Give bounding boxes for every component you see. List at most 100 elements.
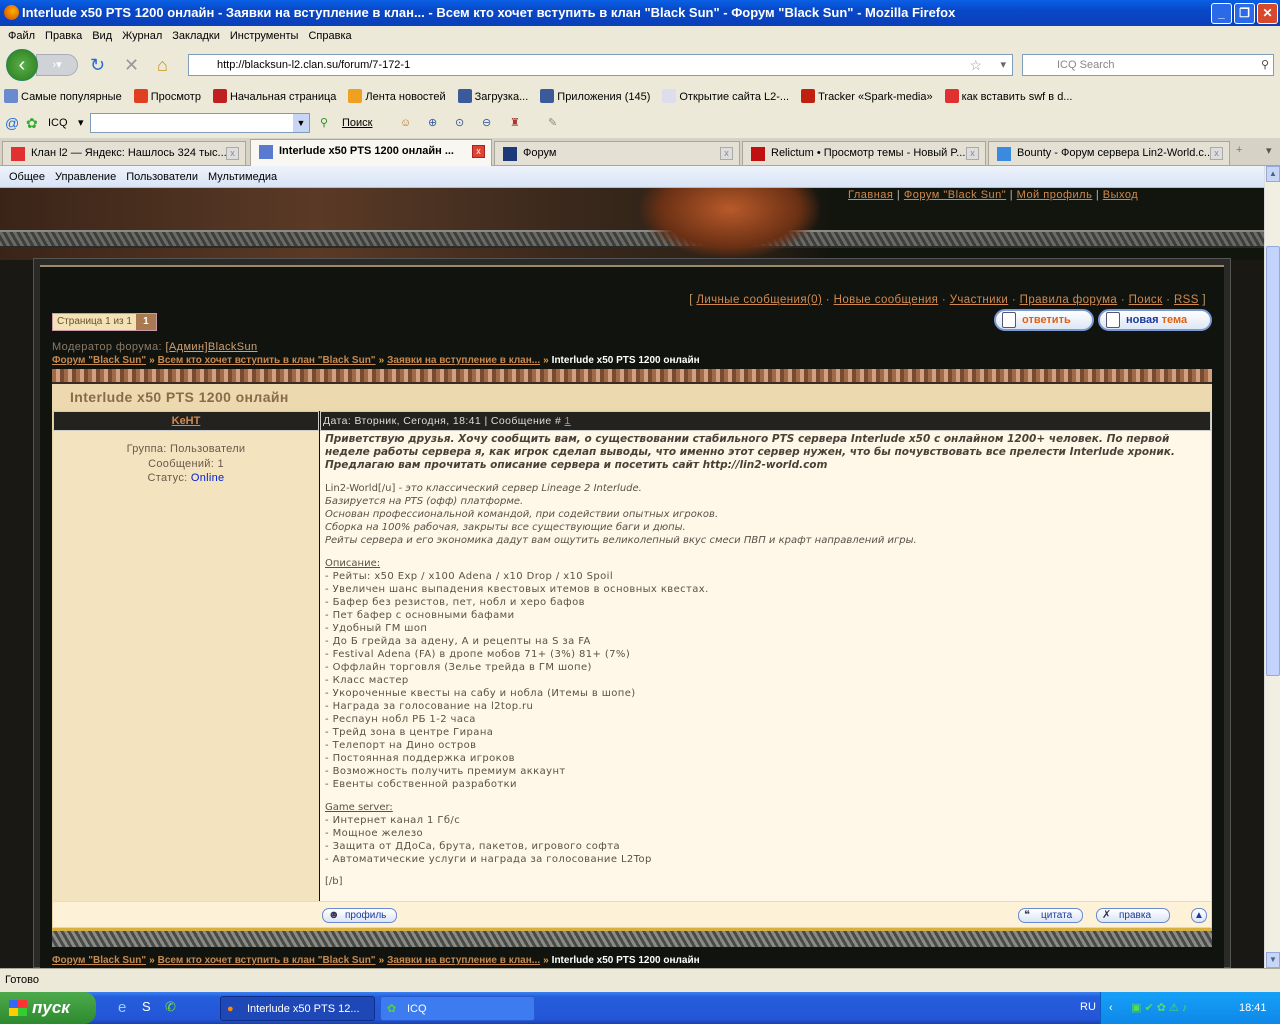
scroll-thumb[interactable]	[1266, 246, 1280, 676]
home-icon[interactable]: ⌂	[157, 56, 168, 74]
close-button[interactable]: ✕	[1257, 3, 1278, 24]
author-group: Группа: Пользователи	[126, 443, 246, 455]
breadcrumb-link[interactable]: Форум "Black Sun"	[52, 355, 146, 366]
tab-close-icon[interactable]: x	[1210, 147, 1223, 160]
top-link[interactable]: Форум "Black Sun"	[904, 189, 1006, 201]
eraser-icon[interactable]: ✎	[548, 110, 557, 137]
forum-link[interactable]: Личные сообщения(0)	[696, 294, 822, 306]
scroll-down-icon[interactable]: ▼	[1266, 952, 1280, 968]
dropdown-icon[interactable]: ▾	[1000, 55, 1006, 75]
bookmark-item[interactable]: Просмотр	[130, 89, 201, 103]
pager-label: Страница 1 из 1	[57, 316, 132, 327]
top-link[interactable]: Выход	[1103, 189, 1138, 201]
icq-search-button[interactable]: Поиск	[342, 110, 372, 137]
forum-link[interactable]: Поиск	[1129, 294, 1163, 306]
bookmark-item[interactable]: Приложения (145)	[536, 89, 650, 103]
scroll-up-icon[interactable]: ▲	[1266, 166, 1280, 182]
messenger-icon[interactable]: ✆	[165, 999, 176, 1015]
tab-list-button[interactable]: ▾	[1266, 144, 1272, 157]
admin-menu-item[interactable]: Пользователи	[126, 171, 198, 183]
top-link[interactable]: Главная	[848, 189, 893, 201]
skype-icon[interactable]: S	[142, 999, 151, 1014]
icq-search-input[interactable]: ICQ Search ⚲	[1022, 54, 1274, 76]
tab[interactable]: Interlude x50 PTS 1200 онлайн ... x	[250, 139, 492, 166]
back-button[interactable]: ‹	[6, 49, 38, 81]
menu-item[interactable]: Файл	[8, 30, 35, 42]
pager-current-page[interactable]: 1	[135, 314, 156, 330]
tab[interactable]: Bounty - Форум сервера Lin2-World.c... x	[988, 141, 1230, 165]
quote-button[interactable]: ❝ цитата	[1018, 908, 1084, 923]
bookmark-item[interactable]: Лента новостей	[344, 89, 446, 103]
forum-link[interactable]: Новые сообщения	[834, 294, 939, 306]
chevron-down-icon[interactable]: ▼	[293, 114, 309, 132]
reply-button[interactable]: ответить	[994, 309, 1094, 331]
icq-search-field[interactable]: ▼	[90, 113, 310, 133]
moderator-link[interactable]: [Админ]BlackSun	[165, 341, 257, 353]
bookmark-item[interactable]: Открытие сайта L2-...	[658, 89, 789, 103]
author-link[interactable]: KeHT	[172, 415, 201, 427]
chevron-down-icon[interactable]: ▾	[78, 110, 84, 137]
breadcrumb-link[interactable]: Всем кто хочет вступить в клан "Black Su…	[158, 955, 376, 966]
list-item: - Бафер без резистов, пет, нобл и херо б…	[325, 597, 585, 608]
bookmark-item[interactable]: Самые популярные	[0, 89, 122, 103]
face-icon[interactable]: ☺	[400, 110, 411, 137]
admin-menu-item[interactable]: Мультимедиа	[208, 171, 277, 183]
forum-link[interactable]: RSS	[1174, 294, 1199, 306]
zoom-out-icon[interactable]: ⊖	[482, 110, 491, 137]
bookmark-item[interactable]: Загрузка...	[454, 89, 528, 103]
new-topic-button[interactable]: новая тема	[1098, 309, 1212, 331]
minimize-button[interactable]: _	[1211, 3, 1232, 24]
bookmark-item[interactable]: Tracker «Spark-media»	[797, 89, 933, 103]
tab-close-icon[interactable]: x	[966, 147, 979, 160]
admin-menu-item[interactable]: Управление	[55, 171, 116, 183]
joystick-icon[interactable]: ♜	[510, 110, 520, 137]
breadcrumb-link[interactable]: Заявки на вступление в клан...	[387, 355, 540, 366]
post-number-link[interactable]: 1	[565, 415, 571, 427]
menu-item[interactable]: Журнал	[122, 30, 162, 42]
profile-button[interactable]: ☻ профиль	[322, 908, 398, 923]
tab-close-icon[interactable]: x	[226, 147, 239, 160]
breadcrumb-link[interactable]: Заявки на вступление в клан...	[387, 955, 540, 966]
language-indicator[interactable]: RU	[1080, 1001, 1096, 1013]
bookmark-item[interactable]: как вставить swf в d...	[941, 89, 1072, 103]
maximize-button[interactable]: ❐	[1234, 3, 1255, 24]
author-messages: Сообщений: 1	[148, 457, 224, 470]
breadcrumb-link[interactable]: Всем кто хочет вступить в клан "Black Su…	[158, 355, 376, 366]
bookmark-item[interactable]: Начальная страница	[209, 89, 336, 103]
tab[interactable]: Relictum • Просмотр темы - Новый P... x	[742, 141, 986, 165]
bookmark-star-icon[interactable]: ☆	[969, 55, 982, 75]
taskbar-firefox[interactable]: ● Interlude x50 PTS 12...	[220, 996, 375, 1021]
breadcrumb-link[interactable]: Форум "Black Sun"	[52, 955, 146, 966]
tray-expand-icon[interactable]: ‹	[1109, 992, 1113, 1024]
forum-link[interactable]: Правила форума	[1020, 294, 1118, 306]
menu-item[interactable]: Правка	[45, 30, 82, 42]
stop-icon[interactable]: ✕	[124, 56, 139, 74]
tab-close-icon[interactable]: x	[472, 145, 485, 158]
menu-item[interactable]: Закладки	[172, 30, 220, 42]
forward-button[interactable]: ›▾	[36, 54, 78, 76]
tab[interactable]: Клан l2 — Яндекс: Нашлось 324 тыс... x	[2, 141, 246, 165]
at-icon[interactable]: @	[5, 110, 19, 137]
taskbar-icq[interactable]: ✿ ICQ	[380, 996, 535, 1021]
top-link[interactable]: Мой профиль	[1017, 189, 1093, 201]
menu-item[interactable]: Справка	[308, 30, 351, 42]
tab[interactable]: Форум x	[494, 141, 740, 165]
tab-close-icon[interactable]: x	[720, 147, 733, 160]
url-bar[interactable]: http://blacksun-l2.clan.su/forum/7-172-1…	[188, 54, 1013, 76]
icq-menu[interactable]: ICQ	[48, 110, 68, 137]
zoom-reset-icon[interactable]: ⊙	[455, 110, 464, 137]
admin-menu-item[interactable]: Общее	[9, 171, 45, 183]
menu-item[interactable]: Вид	[92, 30, 112, 42]
search-icon[interactable]: ⚲	[1261, 55, 1269, 75]
start-button[interactable]: пуск	[0, 992, 96, 1024]
scroll-top-button[interactable]: ▲	[1191, 908, 1207, 923]
new-tab-button[interactable]: +	[1236, 144, 1242, 156]
ie-icon[interactable]: e	[118, 999, 126, 1016]
zoom-in-icon[interactable]: ⊕	[428, 110, 437, 137]
tab-bar: + ▾ Клан l2 — Яндекс: Нашлось 324 тыс...…	[0, 138, 1280, 166]
reload-icon[interactable]: ↻	[90, 56, 105, 74]
menu-item[interactable]: Инструменты	[230, 30, 299, 42]
forum-link[interactable]: Участники	[950, 294, 1009, 306]
vertical-scrollbar[interactable]: ▲ ▼	[1264, 166, 1280, 968]
edit-button[interactable]: ✗ правка	[1096, 908, 1171, 923]
